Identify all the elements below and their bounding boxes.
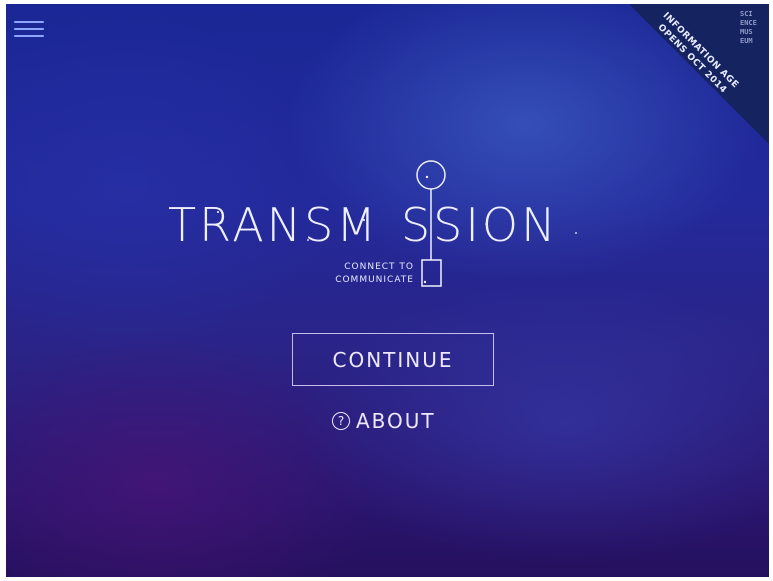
tagline-line-2: COMMUNICATE	[335, 275, 414, 285]
tagline-line-1: CONNECT TO	[344, 262, 414, 272]
svg-text:ENCE: ENCE	[740, 19, 757, 27]
corner-ribbon: INFORMATION AGE OPENS OCT 2014 SCI ENCE …	[629, 4, 769, 144]
question-circle-icon: ?	[332, 412, 350, 430]
promo-corner-banner[interactable]: INFORMATION AGE OPENS OCT 2014 SCI ENCE …	[629, 4, 769, 144]
logo-wordmark: TRANSM SSION	[168, 198, 559, 252]
logo-tagline: CONNECT TO COMMUNICATE	[274, 261, 414, 287]
transmission-logo: TRANSM SSION CONNECT TO COMMUNICATE	[156, 154, 626, 304]
about-button-label: ABOUT	[356, 409, 436, 433]
svg-text:SCI: SCI	[740, 10, 753, 18]
logo-word-right: SSION	[400, 198, 559, 252]
svg-text:EUM: EUM	[740, 37, 753, 45]
svg-text:MUS: MUS	[740, 28, 753, 36]
hamburger-menu-icon[interactable]	[14, 17, 44, 41]
logo-word-left: TRANSM	[168, 198, 379, 252]
continue-button-label: CONTINUE	[332, 347, 454, 372]
continue-button[interactable]: CONTINUE	[292, 333, 494, 386]
splash-screen: INFORMATION AGE OPENS OCT 2014 SCI ENCE …	[6, 4, 769, 577]
about-button[interactable]: ? ABOUT	[332, 407, 436, 435]
